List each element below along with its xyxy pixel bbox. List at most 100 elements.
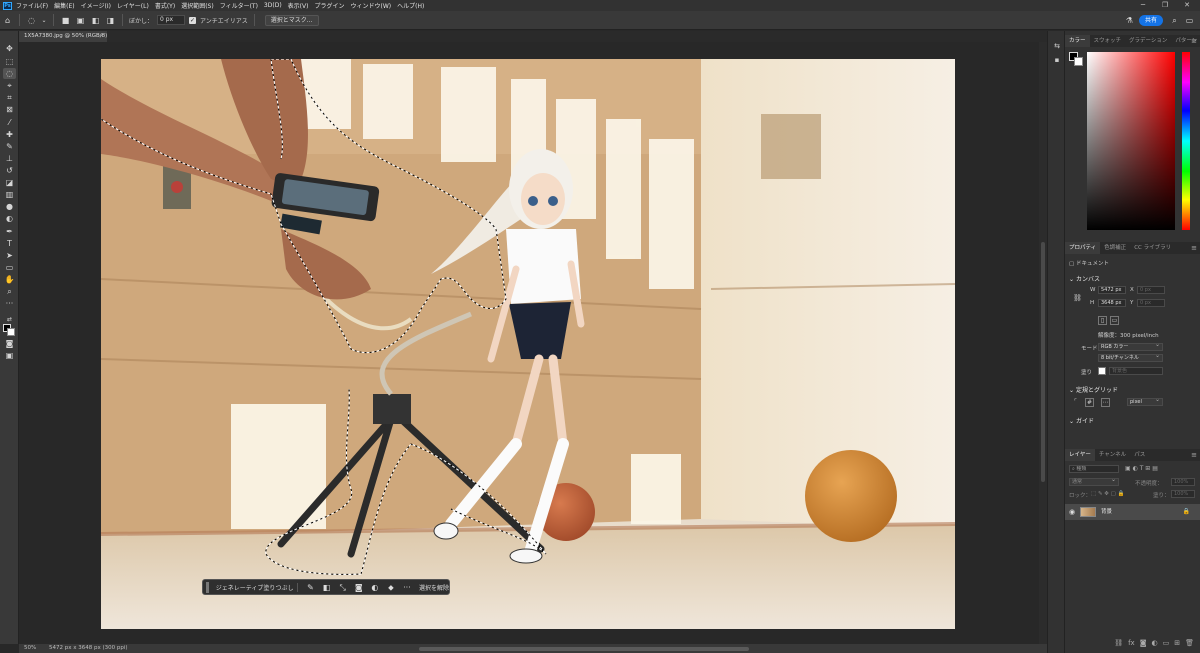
new-layer-icon[interactable]: ⊞ [1174, 639, 1180, 647]
tab-gradients[interactable]: グラデーション [1125, 35, 1171, 47]
deselect-button[interactable]: 選択を解除 [419, 583, 449, 592]
canvas-area[interactable]: ジェネレーティブ塗りつぶし ✎ ◧ ⤡ ◙ ◐ ⬥ ··· 選択を解除 [19, 42, 1039, 644]
landscape-orientation-icon[interactable]: ▭ [1110, 316, 1119, 325]
tab-channels[interactable]: チャンネル [1095, 449, 1130, 461]
home-icon[interactable]: ⌂ [2, 15, 13, 26]
frame-tool-icon[interactable]: ⊠ [3, 104, 16, 115]
move-tool-icon[interactable]: ✥ [3, 43, 16, 54]
eyedropper-tool-icon[interactable]: ⁄ [3, 117, 16, 128]
color-picker-field[interactable] [1087, 52, 1175, 230]
more-tools-icon[interactable]: ··· [3, 298, 16, 309]
width-field[interactable]: 5472 px [1098, 286, 1126, 294]
subtract-selection-icon[interactable]: ◧ [90, 15, 101, 26]
lasso-tool-icon[interactable]: ◌ [26, 15, 37, 26]
feather-input[interactable]: 0 px [157, 15, 186, 25]
lock-icon[interactable]: 🔒 [1183, 504, 1190, 520]
x-field[interactable]: 0 px [1137, 286, 1165, 294]
horizontal-scrollbar[interactable] [419, 647, 749, 651]
close-icon[interactable]: ✕ [1176, 0, 1198, 11]
fill-color-swatch[interactable] [1098, 367, 1106, 375]
zoom-level[interactable]: 50% [24, 644, 36, 653]
menu-edit[interactable]: 編集(E) [54, 1, 74, 10]
menu-3d[interactable]: 3D(D) [264, 2, 282, 9]
guides-section-title[interactable]: ⌄ ガイド [1069, 416, 1094, 425]
grid-icon[interactable]: # [1085, 398, 1094, 407]
close-tab-icon[interactable]: × [99, 31, 104, 42]
blend-mode-dropdown[interactable]: 通常 [1069, 477, 1119, 486]
object-selection-tool-icon[interactable]: ⌖ [3, 80, 16, 91]
comments-panel-icon[interactable]: ▪ [1052, 55, 1062, 65]
share-button[interactable]: 共有 [1139, 15, 1163, 26]
group-icon[interactable]: ▭ [1163, 639, 1170, 647]
more-options-icon[interactable]: ··· [402, 582, 412, 593]
history-panel-icon[interactable]: ⇆ [1052, 41, 1062, 51]
fill-icon[interactable]: ⬥ [386, 582, 396, 593]
flask-icon[interactable]: ⚗ [1124, 15, 1135, 26]
dodge-tool-icon[interactable]: ◐ [3, 213, 16, 224]
panel-menu-icon[interactable]: ≡ [1191, 35, 1197, 47]
pixel-grid-icon[interactable]: ⋯ [1101, 398, 1110, 407]
background-color-swatch[interactable] [7, 328, 15, 336]
tab-paths[interactable]: パス [1130, 449, 1149, 461]
healing-brush-tool-icon[interactable]: ✚ [3, 129, 16, 140]
document-tab[interactable]: 1X5A7380.jpg @ 50% (RGB/8) × [19, 31, 107, 42]
lock-icons[interactable]: ⬚ ✎ ✥ ▢ 🔒 [1091, 491, 1124, 497]
bit-depth-dropdown[interactable]: 8 bit/チャンネル [1098, 353, 1163, 362]
tab-properties[interactable]: プロパティ [1065, 242, 1101, 254]
select-and-mask-button[interactable]: 選択とマスク... [264, 14, 319, 26]
height-field[interactable]: 3648 px [1098, 299, 1126, 307]
hue-slider[interactable] [1182, 52, 1190, 230]
invert-selection-icon[interactable]: ◧ [322, 582, 332, 593]
menu-help[interactable]: ヘルプ(H) [397, 1, 424, 10]
ruler-icon[interactable]: ⌜ [1071, 398, 1080, 407]
layer-row[interactable]: ◉ 背景 🔒 [1065, 504, 1200, 520]
ruler-unit-dropdown[interactable]: pixel [1127, 397, 1163, 406]
rulers-section-title[interactable]: ⌄ 定規とグリッド [1069, 385, 1118, 394]
history-brush-tool-icon[interactable]: ↺ [3, 165, 16, 176]
link-layers-icon[interactable]: ⛓ [1114, 639, 1123, 647]
tab-adjustments[interactable]: 色調補正 [1100, 242, 1130, 254]
gradient-tool-icon[interactable]: ▥ [3, 189, 16, 200]
path-selection-tool-icon[interactable]: ➤ [3, 250, 16, 261]
panel-menu-icon[interactable]: ≡ [1191, 242, 1197, 254]
minimize-icon[interactable]: ─ [1132, 0, 1154, 11]
layer-filter-icons[interactable]: ▣ ◐ T ⊞ ▤ [1125, 465, 1158, 472]
fx-icon[interactable]: fx [1128, 639, 1135, 647]
brush-tool-icon[interactable]: ✎ [3, 141, 16, 152]
menu-view[interactable]: 表示(V) [288, 1, 309, 10]
menu-type[interactable]: 書式(Y) [155, 1, 175, 10]
transform-selection-icon[interactable]: ⤡ [338, 582, 348, 593]
rectangle-tool-icon[interactable]: ▭ [3, 262, 16, 273]
stamp-tool-icon[interactable]: ⊥ [3, 153, 16, 164]
menu-image[interactable]: イメージ(I) [81, 1, 111, 10]
workspace-icon[interactable]: ▭ [1184, 15, 1195, 26]
y-field[interactable]: 0 px [1137, 299, 1165, 307]
link-icon[interactable]: ⛓ [1073, 294, 1082, 302]
eraser-tool-icon[interactable]: ◪ [3, 177, 16, 188]
adjustment-layer-icon[interactable]: ◐ [1152, 639, 1158, 647]
menu-filter[interactable]: フィルター(T) [220, 1, 258, 10]
add-selection-icon[interactable]: ▣ [75, 15, 86, 26]
tab-swatches[interactable]: スウォッチ [1090, 35, 1126, 47]
type-tool-icon[interactable]: T [3, 238, 16, 249]
color-swatches[interactable] [1069, 52, 1083, 66]
menu-window[interactable]: ウィンドウ(W) [350, 1, 391, 10]
menu-select[interactable]: 選択範囲(S) [181, 1, 214, 10]
antialias-checkbox[interactable]: ✓ [189, 16, 197, 24]
mode-dropdown[interactable]: RGB カラー [1098, 342, 1163, 351]
tab-color[interactable]: カラー [1065, 35, 1090, 47]
intersect-selection-icon[interactable]: ◨ [105, 15, 116, 26]
document-info[interactable]: 5472 px x 3648 px (300 ppi) [49, 644, 128, 653]
tab-layers[interactable]: レイヤー [1065, 449, 1095, 461]
blur-tool-icon[interactable]: ● [3, 201, 16, 212]
zoom-tool-icon[interactable]: ⌕ [3, 286, 16, 297]
search-icon[interactable]: ⌕ [1169, 15, 1180, 26]
portrait-orientation-icon[interactable]: ▯ [1098, 316, 1107, 325]
restore-icon[interactable]: ❐ [1154, 0, 1176, 11]
marquee-tool-icon[interactable]: ⬚ [3, 56, 16, 67]
opacity-field[interactable]: 100% [1171, 478, 1195, 486]
hand-tool-icon[interactable]: ✋ [3, 274, 16, 285]
new-selection-icon[interactable]: ■ [60, 15, 71, 26]
vertical-scrollbar[interactable] [1039, 42, 1047, 644]
modify-selection-icon[interactable]: ✎ [305, 582, 315, 593]
